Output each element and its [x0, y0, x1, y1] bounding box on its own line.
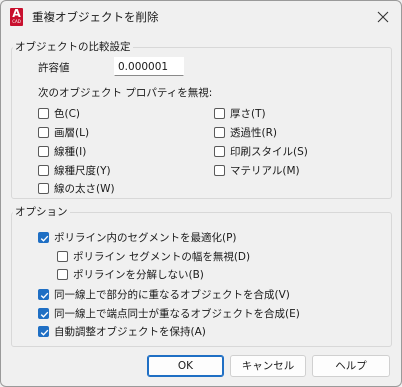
- checkbox-box: [214, 127, 225, 138]
- checkbox-label: 厚さ(T): [230, 108, 266, 120]
- ignore-properties-heading: 次のオブジェクト プロパティを無視:: [38, 87, 213, 99]
- checkbox-box: [38, 127, 49, 138]
- checkbox-label: 線の太さ(W): [54, 183, 115, 195]
- checkbox-box: [57, 251, 68, 262]
- ignore-linetype-checkbox[interactable]: 線種(I): [38, 144, 86, 159]
- ignore-thickness-checkbox[interactable]: 厚さ(T): [214, 106, 266, 121]
- checkbox-box: [214, 108, 225, 119]
- tolerance-input[interactable]: [114, 57, 184, 76]
- checkmark-icon: [40, 235, 49, 242]
- checkbox-label: マテリアル(M): [230, 165, 300, 177]
- ignore-linetype-scale-checkbox[interactable]: 線種尺度(Y): [38, 163, 111, 178]
- remove-duplicates-dialog: A CAD 重複オブジェクトを削除 オブジェクトの比較設定 許容値 次のオブジェ…: [0, 0, 402, 387]
- help-button[interactable]: ヘルプ: [312, 355, 390, 377]
- checkbox-label: ポリラインを分解しない(B): [73, 269, 204, 281]
- checkmark-icon: [40, 329, 49, 336]
- checkbox-box-checked: [38, 326, 49, 337]
- ignore-color-checkbox[interactable]: 色(C): [38, 106, 80, 121]
- do-not-explode-polylines-checkbox[interactable]: ポリラインを分解しない(B): [57, 267, 204, 282]
- checkbox-box: [38, 108, 49, 119]
- checkbox-box-checked: [38, 232, 49, 243]
- checkbox-box-checked: [38, 289, 49, 300]
- checkbox-box: [214, 165, 225, 176]
- ignore-lineweight-checkbox[interactable]: 線の太さ(W): [38, 181, 115, 196]
- ignore-material-checkbox[interactable]: マテリアル(M): [214, 163, 300, 178]
- checkbox-label: ポリライン セグメントの幅を無視(D): [73, 251, 251, 263]
- checkbox-box: [38, 165, 49, 176]
- checkbox-box: [38, 146, 49, 157]
- checkbox-label: 自動調整オブジェクトを保持(A): [54, 326, 206, 338]
- options-group-title: オプション: [13, 204, 70, 219]
- checkbox-label: 画層(L): [54, 127, 90, 139]
- comparison-group-title: オブジェクトの比較設定: [13, 39, 133, 54]
- close-icon: [377, 11, 389, 23]
- checkbox-label: 同一線上で部分的に重なるオブジェクトを合成(V): [54, 289, 290, 301]
- checkmark-icon: [40, 292, 49, 299]
- ok-button[interactable]: OK: [147, 355, 224, 377]
- checkbox-label: ポリライン内のセグメントを最適化(P): [54, 232, 237, 244]
- ignore-segment-width-checkbox[interactable]: ポリライン セグメントの幅を無視(D): [57, 249, 250, 264]
- ignore-plot-style-checkbox[interactable]: 印刷スタイル(S): [214, 144, 308, 159]
- autocad-app-icon: A CAD: [10, 7, 23, 26]
- ignore-transparency-checkbox[interactable]: 透過性(R): [214, 125, 277, 140]
- checkbox-label: 線種(I): [54, 146, 87, 158]
- combine-partial-overlap-checkbox[interactable]: 同一線上で部分的に重なるオブジェクトを合成(V): [38, 287, 290, 302]
- optimize-polyline-segments-checkbox[interactable]: ポリライン内のセグメントを最適化(P): [38, 230, 237, 245]
- checkbox-box: [38, 183, 49, 194]
- maintain-associative-objects-checkbox[interactable]: 自動調整オブジェクトを保持(A): [38, 324, 206, 339]
- title-bar: A CAD 重複オブジェクトを削除: [1, 1, 401, 33]
- tolerance-label: 許容値: [38, 62, 70, 74]
- combine-end-to-end-checkbox[interactable]: 同一線上で端点同士が重なるオブジェクトを合成(E): [38, 306, 300, 321]
- checkbox-label: 色(C): [54, 108, 81, 120]
- checkbox-box: [57, 269, 68, 280]
- checkbox-box-checked: [38, 308, 49, 319]
- checkbox-label: 同一線上で端点同士が重なるオブジェクトを合成(E): [54, 308, 300, 320]
- checkbox-label: 透過性(R): [230, 127, 277, 139]
- checkmark-icon: [40, 311, 49, 318]
- cancel-button[interactable]: キャンセル: [230, 355, 306, 377]
- dialog-title: 重複オブジェクトを削除: [32, 10, 159, 24]
- ignore-layer-checkbox[interactable]: 画層(L): [38, 125, 89, 140]
- checkbox-box: [214, 146, 225, 157]
- checkbox-label: 線種尺度(Y): [54, 165, 111, 177]
- checkbox-label: 印刷スタイル(S): [230, 146, 308, 158]
- close-button[interactable]: [371, 6, 395, 28]
